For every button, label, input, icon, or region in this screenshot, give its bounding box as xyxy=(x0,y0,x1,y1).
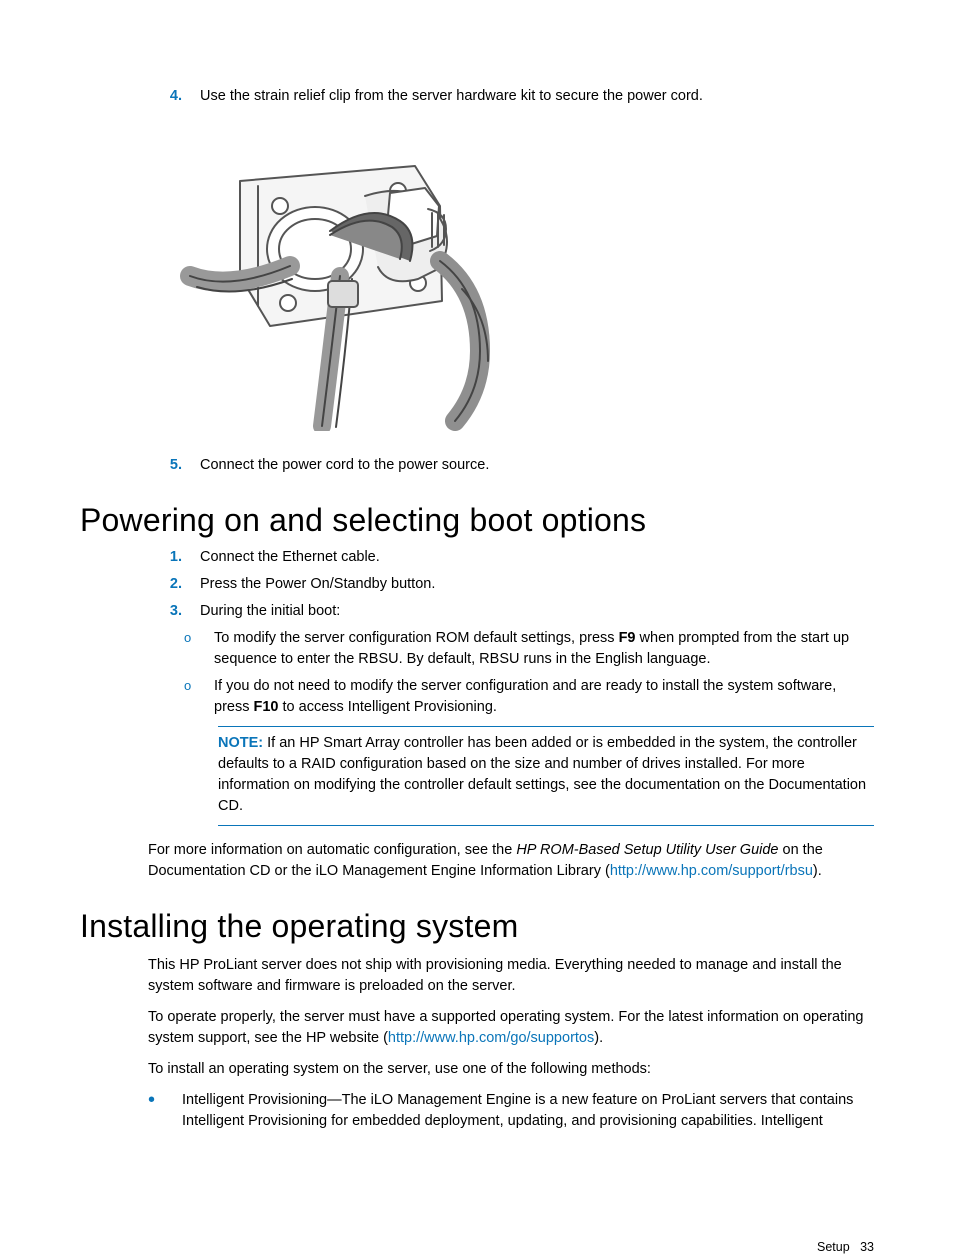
more-info-paragraph: For more information on automatic config… xyxy=(80,840,874,882)
step-5: 5. Connect the power cord to the power s… xyxy=(148,455,874,476)
step-text: Press the Power On/Standby button. xyxy=(200,574,874,595)
step-number: 1. xyxy=(148,547,200,568)
bullet-intelligent-provisioning: • Intelligent Provisioning—The iLO Manag… xyxy=(80,1090,874,1132)
bullet-text: Intelligent Provisioning—The iLO Managem… xyxy=(182,1090,874,1132)
step-number: 4. xyxy=(148,86,200,107)
os-paragraph-2: To operate properly, the server must hav… xyxy=(80,1007,874,1049)
footer-page-number: 33 xyxy=(860,1240,874,1254)
sub-marker: o xyxy=(184,676,214,718)
step-4: 4. Use the strain relief clip from the s… xyxy=(148,86,874,107)
footer-section: Setup xyxy=(817,1240,850,1254)
step-text: Use the strain relief clip from the serv… xyxy=(200,86,874,107)
rbsu-link[interactable]: http://www.hp.com/support/rbsu xyxy=(610,863,813,879)
substep-text: To modify the server configuration ROM d… xyxy=(214,628,874,670)
step-text: Connect the power cord to the power sour… xyxy=(200,455,874,476)
supportos-link[interactable]: http://www.hp.com/go/supportos xyxy=(388,1030,594,1046)
note-text: If an HP Smart Array controller has been… xyxy=(218,735,866,814)
substep-text: If you do not need to modify the server … xyxy=(214,676,874,718)
step-number: 3. xyxy=(148,601,200,622)
sub-marker: o xyxy=(184,628,214,670)
step-text: During the initial boot: xyxy=(200,601,874,622)
boot-step-3: 3. During the initial boot: xyxy=(148,601,874,622)
note-box: NOTE: If an HP Smart Array controller ha… xyxy=(218,726,874,826)
heading-installing-os: Installing the operating system xyxy=(80,908,874,945)
page-footer: Setup 33 xyxy=(0,1200,954,1254)
boot-step-2: 2. Press the Power On/Standby button. xyxy=(148,574,874,595)
step-text: Connect the Ethernet cable. xyxy=(200,547,874,568)
note-label: NOTE: xyxy=(218,735,263,751)
heading-powering-on: Powering on and selecting boot options xyxy=(80,502,874,539)
step-number: 2. xyxy=(148,574,200,595)
boot-substep-f9: o To modify the server configuration ROM… xyxy=(184,628,874,670)
strain-relief-figure xyxy=(180,131,874,431)
boot-substep-f10: o If you do not need to modify the serve… xyxy=(184,676,874,718)
os-paragraph-3: To install an operating system on the se… xyxy=(80,1059,874,1080)
step-number: 5. xyxy=(148,455,200,476)
bullet-icon: • xyxy=(148,1090,182,1132)
boot-step-1: 1. Connect the Ethernet cable. xyxy=(148,547,874,568)
os-paragraph-1: This HP ProLiant server does not ship wi… xyxy=(80,955,874,997)
